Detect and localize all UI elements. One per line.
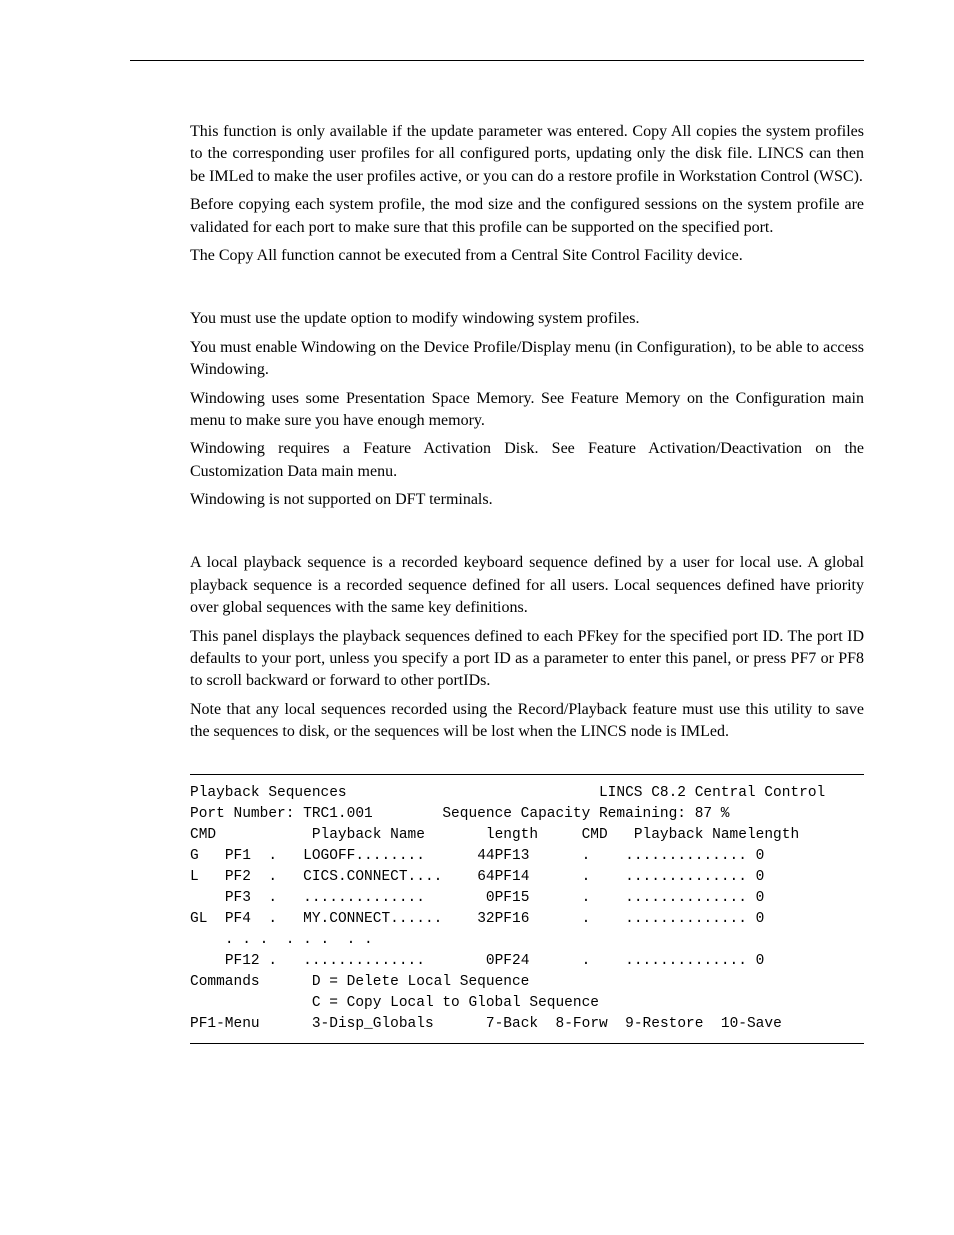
col-cmd: CMD [190, 827, 216, 843]
port-number: Port Number: TRC1.001 [190, 806, 373, 822]
row-dot2: . [582, 890, 591, 906]
paragraph: Windowing requires a Feature Activation … [190, 438, 864, 483]
footer-10: 10-Save [721, 1016, 782, 1032]
footer-9: 9-Restore [625, 1016, 703, 1032]
row-name: MY.CONNECT...... [303, 911, 442, 927]
footer-3: 3-Disp_Globals [312, 1016, 434, 1032]
row-len2: 0 [756, 911, 765, 927]
col-length: length [486, 827, 538, 843]
row-dot: . [268, 953, 277, 969]
row-pf2: PF16 [495, 911, 530, 927]
paragraph: You must enable Windowing on the Device … [190, 337, 864, 382]
row-pf: PF2 [225, 869, 251, 885]
row-name2: .............. [625, 953, 747, 969]
terminal-title-left: Playback Sequences [190, 785, 347, 801]
row-len: 64 [477, 869, 494, 885]
row-pf: PF1 [225, 848, 251, 864]
row-len2: 0 [756, 869, 765, 885]
footer-pf1: PF1-Menu [190, 1016, 260, 1032]
row-dot: . [268, 890, 277, 906]
paragraph: The Copy All function cannot be executed… [190, 245, 864, 267]
paragraph: A local playback sequence is a recorded … [190, 552, 864, 619]
row-dot: . [268, 911, 277, 927]
col-name: Playback Name [312, 827, 425, 843]
row-flag: GL [190, 911, 207, 927]
row-pf2: PF24 [495, 953, 530, 969]
row-len2: 0 [756, 953, 765, 969]
row-name2: .............. [625, 848, 747, 864]
col-length2: length [747, 827, 799, 843]
row-len2: 0 [756, 890, 765, 906]
row-name: .............. [303, 953, 425, 969]
row-name: .............. [303, 890, 425, 906]
ellipsis-row: . . . . . . . . [225, 932, 373, 948]
row-name2: .............. [625, 869, 747, 885]
row-len: 44 [477, 848, 494, 864]
capacity-remaining: Sequence Capacity Remaining: 87 % [442, 806, 729, 822]
row-pf: PF3 [225, 890, 251, 906]
top-rule [130, 60, 864, 61]
row-len: 0 [486, 953, 495, 969]
row-dot2: . [582, 869, 591, 885]
row-pf: PF12 [225, 953, 260, 969]
paragraph: Before copying each system profile, the … [190, 194, 864, 239]
row-dot2: . [582, 848, 591, 864]
row-len: 32 [477, 911, 494, 927]
col-cmd2: CMD [582, 827, 608, 843]
row-dot: . [268, 869, 277, 885]
paragraph: Note that any local sequences recorded u… [190, 699, 864, 744]
terminal-title-right: LINCS C8.2 Central Control [599, 785, 825, 801]
row-dot2: . [582, 953, 591, 969]
section-gap [190, 517, 864, 552]
paragraph: You must use the update option to modify… [190, 308, 864, 330]
terminal-block: Playback Sequences LINCS C8.2 Central Co… [190, 774, 864, 1044]
row-name: CICS.CONNECT.... [303, 869, 442, 885]
row-pf: PF4 [225, 911, 251, 927]
row-pf2: PF14 [495, 869, 530, 885]
paragraph: This function is only available if the u… [190, 121, 864, 188]
row-pf2: PF15 [495, 890, 530, 906]
row-len: 0 [486, 890, 495, 906]
row-name: LOGOFF........ [303, 848, 425, 864]
row-dot: . [268, 848, 277, 864]
section-gap [190, 273, 864, 308]
col-name2: Playback Name [634, 827, 747, 843]
row-name2: .............. [625, 911, 747, 927]
cmd-c: C = Copy Local to Global Sequence [312, 995, 599, 1011]
commands-label: Commands [190, 974, 260, 990]
footer-8: 8-Forw [556, 1016, 608, 1032]
row-pf2: PF13 [495, 848, 530, 864]
row-flag: G [190, 848, 199, 864]
paragraph: This panel displays the playback sequenc… [190, 626, 864, 693]
paragraph: Windowing is not supported on DFT termin… [190, 489, 864, 511]
row-dot2: . [582, 911, 591, 927]
row-len2: 0 [756, 848, 765, 864]
row-name2: .............. [625, 890, 747, 906]
footer-7: 7-Back [486, 1016, 538, 1032]
row-flag: L [190, 869, 199, 885]
paragraph: Windowing uses some Presentation Space M… [190, 388, 864, 433]
cmd-d: D = Delete Local Sequence [312, 974, 530, 990]
